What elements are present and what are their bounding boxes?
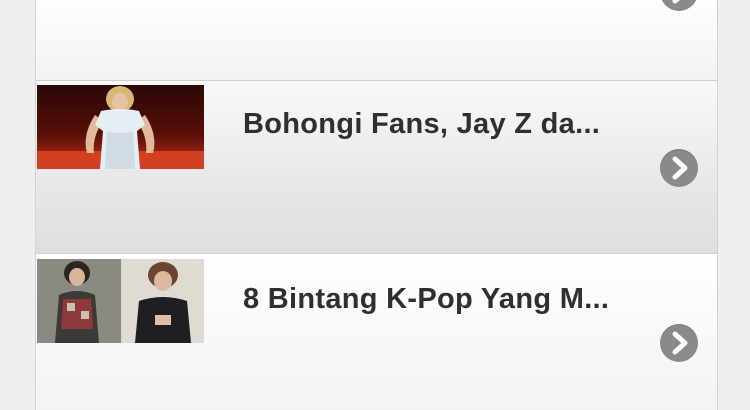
article-title[interactable]: Bohongi Fans, Jay Z da... (243, 108, 600, 141)
chevron-right-icon[interactable] (660, 324, 698, 362)
chevron-right-icon[interactable] (660, 149, 698, 187)
list-item[interactable] (36, 0, 717, 81)
list-item[interactable]: Bohongi Fans, Jay Z da... (36, 81, 717, 254)
article-title[interactable]: 8 Bintang K-Pop Yang M... (243, 283, 609, 316)
chevron-right-icon[interactable] (660, 0, 698, 11)
article-thumbnail[interactable] (37, 85, 204, 169)
article-thumbnail[interactable] (37, 259, 204, 343)
list-item[interactable]: 8 Bintang K-Pop Yang M... (36, 254, 717, 410)
news-list: Bohongi Fans, Jay Z da... 8 Bintang K-Po… (35, 0, 718, 410)
